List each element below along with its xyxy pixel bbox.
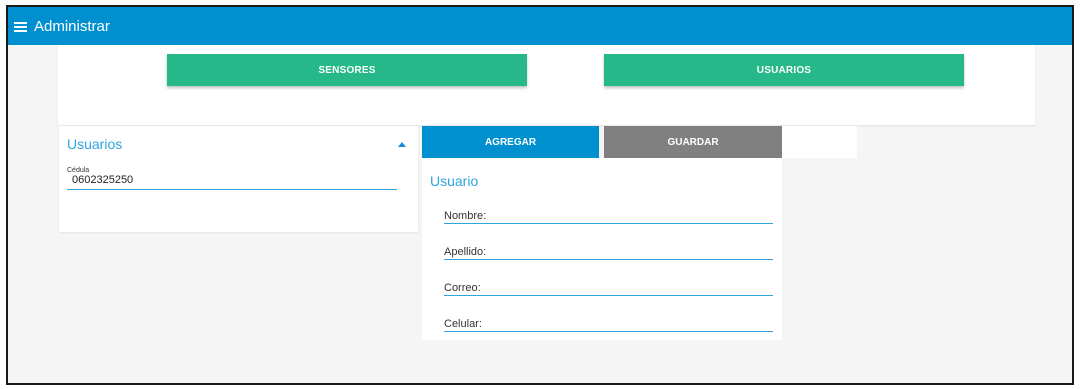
users-panel-title: Usuarios (67, 136, 123, 152)
user-form-title: Usuario (430, 173, 479, 189)
cedula-label: Cédula (67, 167, 90, 174)
button-bar-background (782, 126, 857, 158)
sensores-button[interactable]: SENSORES (167, 54, 527, 86)
hamburger-menu-icon[interactable] (14, 21, 27, 32)
correo-field[interactable]: Correo: (444, 282, 773, 296)
usuarios-button[interactable]: USUARIOS (604, 54, 964, 86)
app-window: Administrar SENSORES USUARIOS Usuarios C… (6, 5, 1074, 385)
chevron-up-icon[interactable] (398, 142, 406, 147)
app-title: Administrar (34, 17, 110, 35)
users-panel: Usuarios Cédula 0602325250 (59, 126, 418, 232)
agregar-button[interactable]: AGREGAR (422, 126, 599, 158)
celular-field[interactable]: Celular: (444, 318, 773, 332)
apellido-field[interactable]: Apellido: (444, 246, 773, 260)
app-bar: Administrar (8, 7, 1072, 45)
user-form-card: Usuario Nombre: Apellido: Correo: Celula… (422, 158, 782, 340)
nav-card: SENSORES USUARIOS (58, 45, 1035, 125)
cedula-input[interactable]: 0602325250 (67, 174, 397, 190)
guardar-button[interactable]: GUARDAR (604, 126, 782, 158)
nombre-field[interactable]: Nombre: (444, 210, 773, 224)
